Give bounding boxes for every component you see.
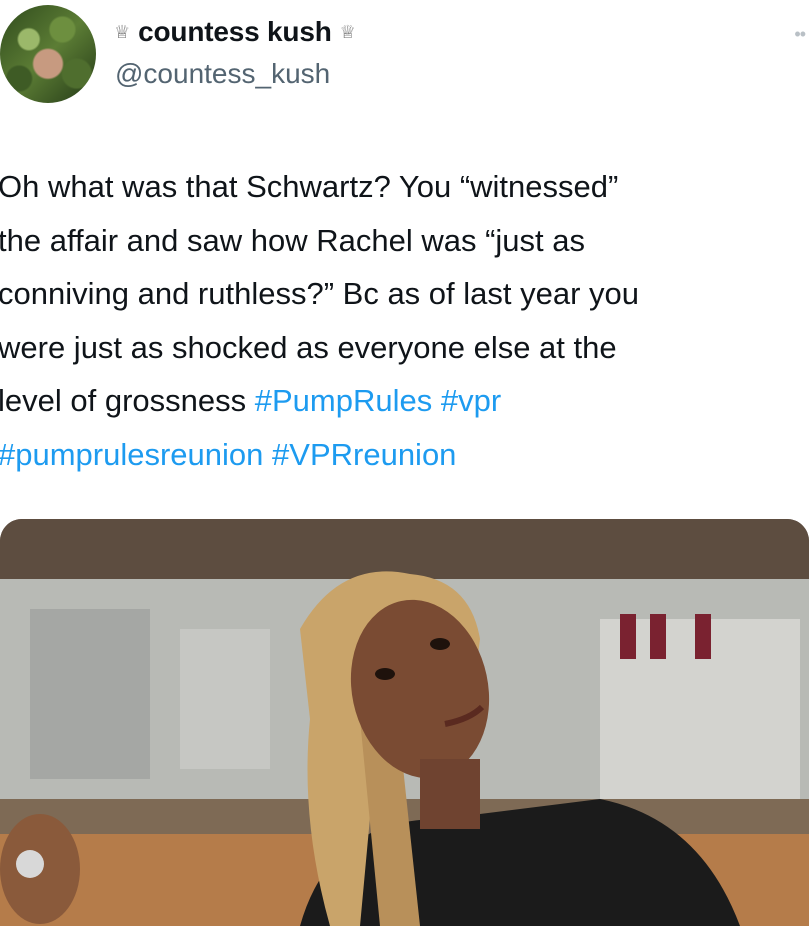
woman-head-tilt-image [0,519,809,926]
crown-icon-right: ♕ [339,22,356,42]
tweet-line: the affair and saw how Rachel was “just … [0,222,586,258]
tweet-media-image[interactable] [0,519,809,926]
more-dots-icon[interactable]: •• [794,24,806,45]
hashtag-link[interactable]: #VPRreunion [272,437,456,472]
tweet-card: ♕ countess kush ♕ @countess_kush •• Oh w… [0,0,809,926]
display-name[interactable]: countess kush [138,16,332,48]
user-handle[interactable]: @countess_kush [115,58,330,90]
hashtag-link[interactable]: #PumpRules [255,383,432,418]
author-name-row[interactable]: ♕ countess kush ♕ [114,16,356,48]
hashtag-link[interactable]: #vpr [441,383,501,418]
crown-icon-left: ♕ [114,22,131,42]
tweet-line: conniving and ruthless?” Bc as of last y… [0,276,640,311]
hashtag-link[interactable]: #pumprulesreunion [0,437,263,472]
tweet-line: level of grossness #PumpRules #vpr [0,374,803,428]
tweet-text: Oh what was that Schwartz? You “witnesse… [0,160,803,481]
profile-avatar[interactable] [0,5,96,103]
tweet-line: were just as shocked as everyone else at… [0,329,617,365]
tweet-line-text: level of grossness [0,383,255,418]
tweet-line: #pumprulesreunion #VPRreunion [0,428,803,482]
tweet-line: Oh what was that Schwartz? You “witnesse… [0,169,619,204]
